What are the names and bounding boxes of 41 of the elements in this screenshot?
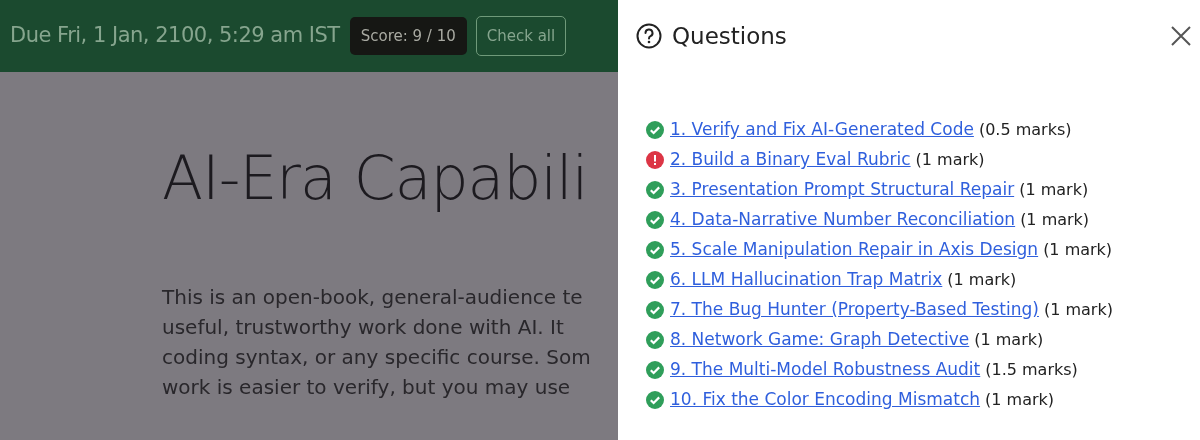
page-title: AI-Era Capabili — [162, 142, 589, 214]
check-circle-icon — [646, 211, 664, 229]
check-circle-icon — [646, 391, 664, 409]
marks-label: (1 mark) — [1043, 299, 1113, 321]
intro-text-line: useful, trustworthy work done with AI. It — [162, 314, 564, 341]
marks-label: (1 mark) — [1043, 239, 1113, 261]
marks-label: (1 mark) — [915, 149, 985, 171]
intro-text-line: work is easier to verify, but you may use — [162, 374, 571, 401]
check-circle-icon — [646, 181, 664, 199]
marks-label: (1 mark) — [947, 269, 1017, 291]
error-circle-icon — [646, 151, 664, 169]
intro-text-line: coding syntax, or any specific course. Som — [162, 344, 591, 371]
marks-label: (1.5 marks) — [985, 359, 1078, 381]
question-link[interactable]: 5. Scale Manipulation Repair in Axis Design — [670, 237, 1039, 263]
score-badge: Score: 9 / 10 — [349, 16, 467, 56]
marks-label: (0.5 marks) — [978, 119, 1072, 141]
intro-text-line: This is an open-book, general-audience te — [162, 284, 583, 311]
marks-label: (1 mark) — [1020, 209, 1090, 231]
question-link[interactable]: 2. Build a Binary Eval Rubric — [670, 147, 911, 173]
check-circle-icon — [646, 121, 664, 139]
check-circle-icon — [646, 271, 664, 289]
question-link[interactable]: 3. Presentation Prompt Structural Repair — [670, 177, 1015, 203]
question-link[interactable]: 4. Data-Narrative Number Reconciliation — [670, 207, 1016, 233]
check-circle-icon — [646, 361, 664, 379]
question-link[interactable]: 8. Network Game: Graph Detective — [670, 327, 970, 353]
check-circle-icon — [646, 241, 664, 259]
question-link[interactable]: 1. Verify and Fix AI-Generated Code — [670, 117, 974, 143]
marks-label: (1 mark) — [1019, 179, 1089, 201]
check-all-button[interactable]: Check all — [475, 15, 567, 57]
question-link[interactable]: 7. The Bug Hunter (Property-Based Testing) — [670, 297, 1039, 323]
check-circle-icon — [646, 301, 664, 319]
question-link[interactable]: 9. The Multi-Model Robustness Audit — [670, 357, 981, 383]
marks-label: (1 mark) — [974, 329, 1044, 351]
help-icon — [636, 23, 662, 49]
marks-label: (1 mark) — [985, 389, 1054, 411]
question-link[interactable]: 6. LLM Hallucination Trap Matrix — [670, 267, 943, 293]
question-link[interactable]: 10. Fix the Color Encoding Mismatch — [670, 387, 981, 413]
close-icon[interactable] — [1170, 25, 1192, 47]
check-circle-icon — [646, 331, 664, 349]
due-date: Due Fri, 1 Jan, 2100, 5:29 am IST — [10, 22, 340, 50]
panel-title: Questions — [672, 21, 787, 51]
